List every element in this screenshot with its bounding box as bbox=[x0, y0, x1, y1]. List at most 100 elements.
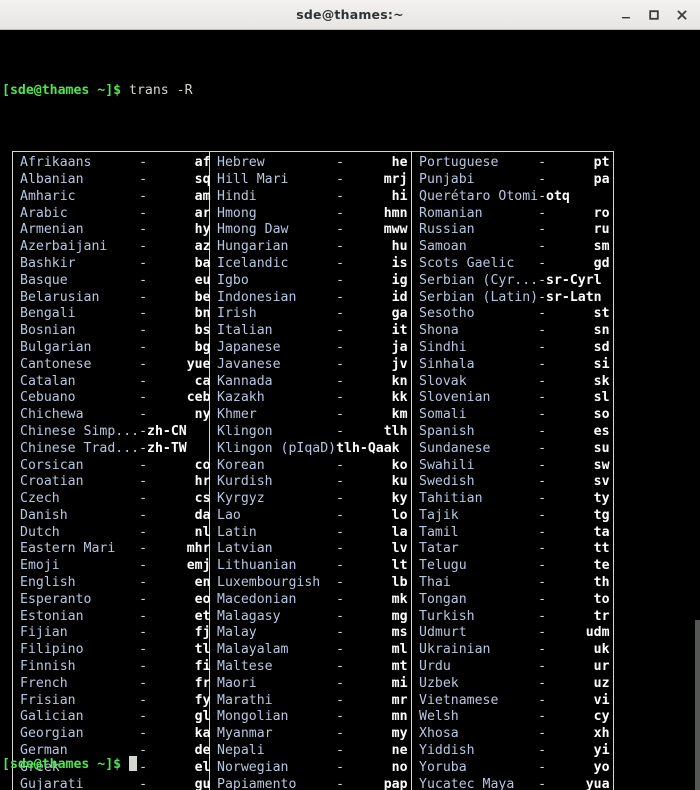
table-row: Yiddish - yi bbox=[419, 743, 649, 760]
table-row: Shona - sn bbox=[419, 323, 649, 340]
table-row: Cebuano - ceb bbox=[20, 390, 211, 407]
table-row: Fijian - fj bbox=[20, 625, 211, 642]
row-separator: - bbox=[336, 759, 345, 775]
row-separator: - bbox=[336, 407, 345, 423]
row-separator: - bbox=[139, 239, 148, 255]
row-separator: - bbox=[336, 675, 345, 691]
language-name: Slovak bbox=[419, 373, 467, 389]
scrollbar-track[interactable] bbox=[695, 60, 700, 790]
language-code: bn bbox=[194, 306, 211, 322]
row-separator: - bbox=[139, 457, 148, 473]
close-button[interactable] bbox=[668, 2, 696, 28]
table-row: Nepali - ne bbox=[217, 743, 412, 760]
row-separator: - bbox=[139, 608, 148, 624]
table-row: Ukrainian - uk bbox=[419, 642, 649, 659]
bottom-shell-line: [sde@thames ~]$ bbox=[2, 756, 138, 773]
language-name: Marathi bbox=[217, 692, 273, 708]
row-separator: - bbox=[336, 339, 345, 355]
language-name: Irish bbox=[217, 306, 257, 322]
table-row: Luxembourgish - lb bbox=[217, 575, 412, 592]
language-name: Corsican bbox=[20, 457, 84, 473]
minimize-button[interactable] bbox=[612, 2, 640, 28]
table-row: Frisian - fy bbox=[20, 692, 211, 710]
language-name: Chinese Simp... bbox=[20, 423, 140, 439]
language-code: ky bbox=[391, 491, 408, 507]
table-row: Serbian (Latin)-sr-Latn bbox=[419, 290, 649, 307]
language-code: ba bbox=[194, 255, 211, 271]
language-name: Tajik bbox=[419, 507, 459, 523]
table-row: Serbian (Cyr...-sr-Cyrl bbox=[419, 273, 649, 290]
language-name: Czech bbox=[20, 491, 60, 507]
language-code: es bbox=[593, 423, 610, 439]
table-row: Esperanto - eo bbox=[20, 592, 211, 609]
terminal-window: sde@thames:~ [sde@thames ~]$ trans -R Af… bbox=[0, 0, 700, 790]
table-row: Swedish - sv bbox=[419, 474, 649, 491]
language-name: Tongan bbox=[419, 591, 467, 607]
row-separator: - bbox=[336, 591, 345, 607]
table-row: Bengali - bn bbox=[20, 306, 211, 323]
row-separator: - bbox=[538, 726, 547, 742]
language-code: uz bbox=[593, 675, 610, 691]
table-row: Cantonese - yue bbox=[20, 357, 211, 374]
language-name: Khmer bbox=[217, 407, 257, 423]
row-separator: - bbox=[336, 575, 345, 591]
row-separator: - bbox=[538, 759, 547, 775]
language-code: la bbox=[391, 524, 408, 540]
row-separator: - bbox=[336, 356, 345, 372]
language-code: be bbox=[194, 289, 211, 305]
row-separator: - bbox=[336, 323, 345, 339]
language-code: ko bbox=[391, 457, 408, 473]
table-row: Chichewa - ny bbox=[20, 407, 211, 424]
row-separator: - bbox=[538, 390, 547, 406]
language-code: id bbox=[391, 289, 408, 305]
table-row: Punjabi - pa bbox=[419, 172, 649, 189]
table-row: Marathi - mr bbox=[217, 693, 412, 710]
table-row: Bulgarian - bg bbox=[20, 340, 211, 357]
table-row: Tamil - ta bbox=[419, 525, 649, 542]
language-code: sq bbox=[194, 171, 211, 187]
language-code: mww bbox=[383, 222, 408, 238]
language-code: pap bbox=[383, 776, 408, 790]
table-row: Xhosa - xh bbox=[419, 726, 649, 743]
row-separator: - bbox=[139, 541, 148, 557]
language-name: Kazakh bbox=[217, 390, 265, 406]
table-row: Catalan - ca bbox=[20, 374, 211, 391]
language-name: Shona bbox=[419, 323, 459, 339]
row-separator: - bbox=[139, 289, 148, 305]
table-row: Latin - la bbox=[217, 525, 412, 542]
language-name: Uzbek bbox=[419, 675, 459, 691]
scrollbar-thumb[interactable] bbox=[695, 620, 700, 790]
row-separator: - bbox=[139, 155, 148, 171]
language-code: udm bbox=[585, 625, 610, 641]
language-code: ceb bbox=[186, 390, 211, 406]
language-name: Javanese bbox=[217, 356, 281, 372]
row-separator: - bbox=[139, 692, 148, 708]
language-code: ny bbox=[194, 407, 211, 423]
language-name: Maori bbox=[217, 675, 257, 691]
table-row: Hebrew - he bbox=[217, 155, 412, 172]
row-separator: - bbox=[336, 608, 345, 624]
table-row: Hungarian - hu bbox=[217, 239, 412, 256]
table-row: Sindhi - sd bbox=[419, 340, 649, 357]
language-name: Serbian (Latin) bbox=[419, 289, 539, 305]
table-row: Myanmar - my bbox=[217, 726, 412, 743]
row-separator: - bbox=[336, 541, 345, 557]
row-separator: - bbox=[538, 339, 547, 355]
language-name: Spanish bbox=[419, 423, 475, 439]
language-name: Portuguese bbox=[419, 155, 499, 171]
text-cursor bbox=[129, 756, 138, 771]
table-row: Javanese - jv bbox=[217, 357, 412, 374]
language-code: tt bbox=[593, 541, 610, 557]
language-code: ty bbox=[593, 491, 610, 507]
maximize-button[interactable] bbox=[640, 2, 668, 28]
language-code: lv bbox=[391, 541, 408, 557]
language-code: ms bbox=[391, 625, 408, 641]
window-titlebar[interactable]: sde@thames:~ bbox=[0, 0, 700, 30]
language-code: tlh bbox=[383, 423, 408, 439]
language-name: Serbian (Cyr... bbox=[419, 272, 539, 288]
terminal-screen[interactable]: [sde@thames ~]$ trans -R Afrikaans - af Alb… bbox=[0, 30, 700, 790]
language-name: Frisian bbox=[20, 692, 76, 708]
row-separator: - bbox=[538, 222, 547, 238]
row-separator: - bbox=[139, 743, 148, 759]
table-row: Dutch - nl bbox=[20, 525, 211, 542]
